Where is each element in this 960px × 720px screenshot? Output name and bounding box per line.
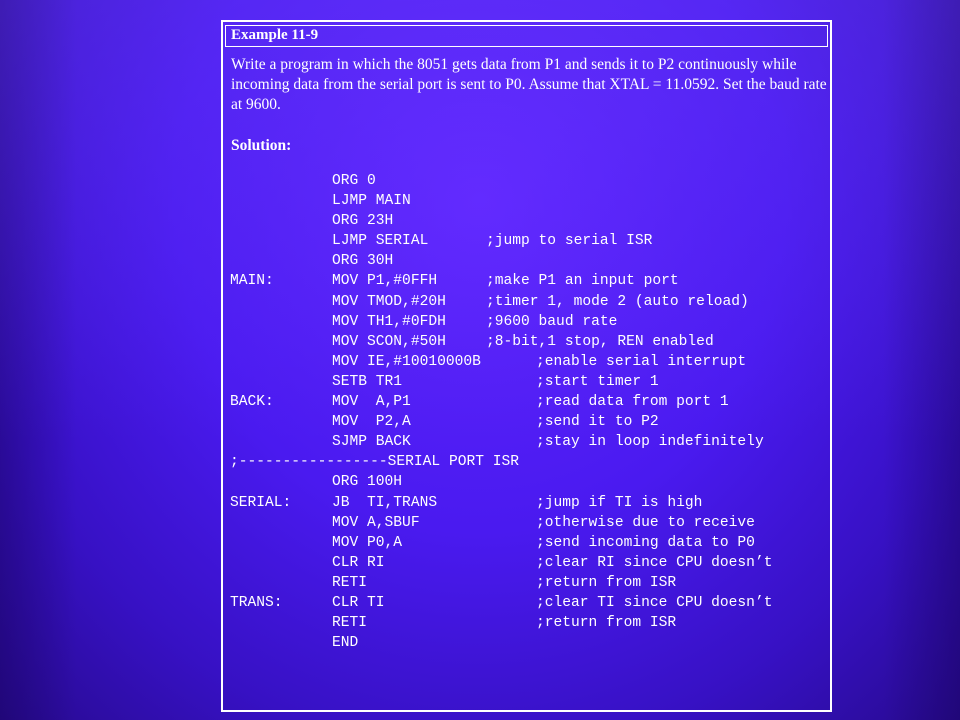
code-instruction: SJMP BACK [332, 434, 411, 451]
code-label [230, 332, 332, 352]
code-line: MAIN: MOV P1,#0FFH ;make P1 an input port [230, 271, 828, 291]
code-label [230, 573, 332, 593]
code-instruction: MOV TMOD,#20H [332, 293, 446, 310]
code-comment [486, 633, 828, 653]
code-comment: ;read data from port 1 [536, 394, 729, 411]
code-instruction: MOV A,P1 [332, 394, 411, 411]
code-instruction: SETB TR1 [332, 373, 403, 390]
code-line: ;-----------------SERIAL PORT ISR [230, 452, 828, 472]
code-instruction: MOV A,SBUF [332, 514, 420, 531]
code-label [230, 171, 332, 191]
code-label [230, 412, 332, 432]
code-instruction: ORG 0 [332, 173, 376, 189]
code-comment [486, 472, 828, 492]
code-line: ORG 100H [230, 472, 828, 492]
example-prompt: Write a program in which the 8051 gets d… [231, 56, 827, 113]
code-label [230, 352, 332, 372]
code-comment: ;clear RI since CPU doesn’t [536, 554, 773, 571]
code-instruction: END [332, 635, 359, 652]
code-comment: ;enable serial interrupt [536, 353, 747, 370]
code-line: SERIAL: JB TI,TRANS ;jump if TI is high [230, 493, 828, 513]
section-divider-comment: ;-----------------SERIAL PORT ISR [230, 454, 520, 471]
code-instruction: MOV P2,A [332, 414, 411, 431]
code-comment [486, 211, 828, 231]
code-instruction: LJMP MAIN [332, 193, 411, 210]
code-line: CLR RI ;clear RI since CPU doesn’t [230, 553, 828, 573]
code-line: ORG 0 [230, 171, 828, 191]
code-instruction: CLR TI [332, 594, 385, 611]
code-line: MOV A,SBUF ;otherwise due to receive [230, 513, 828, 533]
code-line: MOV SCON,#50H ;8-bit,1 stop, REN enabled [230, 332, 828, 352]
example-title: Example 11-9 [225, 25, 828, 47]
solution-label: Solution: [231, 137, 292, 154]
code-comment [486, 191, 828, 211]
code-comment: ;9600 baud rate [486, 313, 618, 330]
code-comment: ;return from ISR [536, 574, 677, 591]
code-comment: ;8-bit,1 stop, REN enabled [486, 333, 714, 350]
code-comment: ;jump to serial ISR [486, 233, 653, 250]
code-instruction: MOV TH1,#0FDH [332, 313, 446, 330]
code-instruction: MOV P1,#0FFH [332, 273, 438, 290]
code-comment: ;clear TI since CPU doesn’t [536, 594, 773, 611]
code-line: SJMP BACK ;stay in loop indefinitely [230, 432, 828, 452]
code-comment: ;send it to P2 [536, 414, 659, 431]
code-line: MOV IE,#10010000B ;enable serial interrup… [230, 352, 828, 372]
code-instruction: MOV IE,#10010000B [332, 353, 481, 370]
code-instruction: LJMP SERIAL [332, 233, 429, 250]
code-label [230, 533, 332, 553]
code-comment: ;return from ISR [536, 615, 677, 632]
code-comment: ;start timer 1 [536, 373, 659, 390]
code-line: MOV TH1,#0FDH ;9600 baud rate [230, 312, 828, 332]
code-comment: ;jump if TI is high [536, 494, 703, 511]
code-label [230, 292, 332, 312]
code-label [230, 372, 332, 392]
code-line: MOV P2,A ;send it to P2 [230, 412, 828, 432]
code-line: MOV TMOD,#20H ;timer 1, mode 2 (auto relo… [230, 292, 828, 312]
code-label: BACK: [230, 394, 274, 411]
code-instruction: ORG 23H [332, 213, 394, 230]
code-instruction: CLR RI [332, 554, 385, 571]
code-line: LJMP MAIN [230, 191, 828, 211]
code-label [230, 312, 332, 332]
code-comment [486, 171, 828, 191]
code-line: ORG 23H [230, 211, 828, 231]
code-line: MOV P0,A ;send incoming data to P0 [230, 533, 828, 553]
code-label [230, 211, 332, 231]
code-label [230, 251, 332, 271]
code-instruction: ORG 30H [332, 253, 394, 270]
code-comment: ;stay in loop indefinitely [536, 434, 764, 451]
code-comment: ;otherwise due to receive [536, 514, 755, 531]
code-label: MAIN: [230, 273, 274, 290]
code-comment [486, 251, 828, 271]
example-card: Example 11-9 Write a program in which th… [221, 20, 832, 712]
code-line: BACK: MOV A,P1 ;read data from port 1 [230, 392, 828, 412]
code-line: RETI ;return from ISR [230, 573, 828, 593]
code-label: TRANS: [230, 594, 283, 611]
code-label [230, 613, 332, 633]
code-line: SETB TR1 ;start timer 1 [230, 372, 828, 392]
code-instruction: JB TI,TRANS [332, 494, 438, 511]
code-line: LJMP SERIAL ;jump to serial ISR [230, 231, 828, 251]
code-comment: ;send incoming data to P0 [536, 534, 755, 551]
code-comment: ;timer 1, mode 2 (auto reload) [486, 293, 749, 310]
code-label [230, 513, 332, 533]
code-instruction: RETI [332, 615, 368, 632]
code-label [230, 472, 332, 492]
assembly-code-listing: ORG 0 LJMP MAIN ORG 23H LJMP SERIAL ;jump to… [230, 171, 828, 653]
code-line: ORG 30H [230, 251, 828, 271]
code-label [230, 553, 332, 573]
code-instruction: MOV SCON,#50H [332, 333, 446, 350]
code-instruction: MOV P0,A [332, 534, 403, 551]
code-label [230, 633, 332, 653]
code-label [230, 191, 332, 211]
code-instruction: ORG 100H [332, 474, 403, 491]
code-label [230, 432, 332, 452]
code-instruction: RETI [332, 574, 368, 591]
code-line: TRANS: CLR TI ;clear TI since CPU doesn’t [230, 593, 828, 613]
code-line: RETI ;return from ISR [230, 613, 828, 633]
code-label [230, 231, 332, 251]
code-line: END [230, 633, 828, 653]
code-label: SERIAL: [230, 494, 292, 511]
code-comment: ;make P1 an input port [486, 273, 679, 290]
